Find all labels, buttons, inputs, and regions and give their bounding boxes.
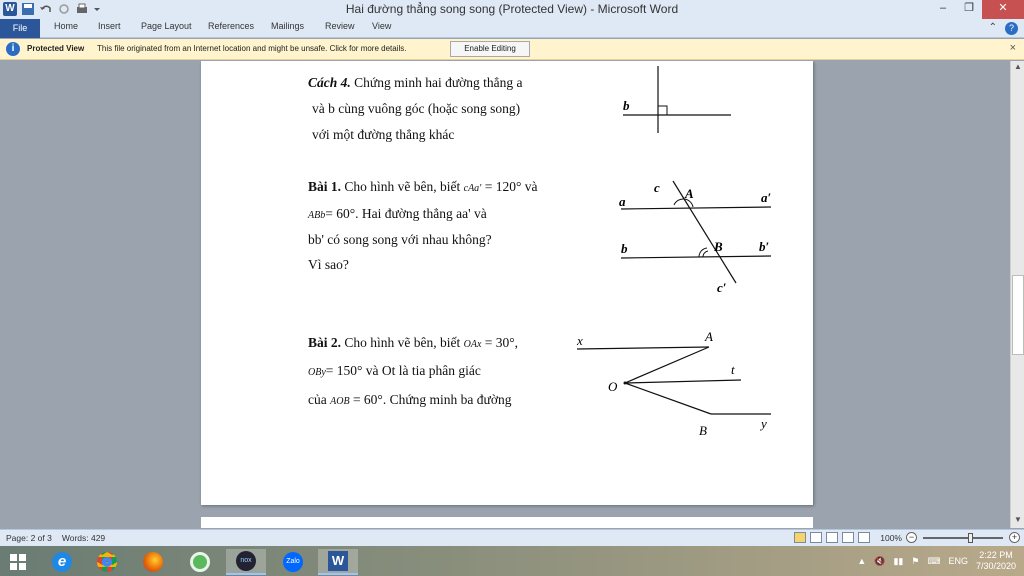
fig1-label-b: b	[623, 98, 630, 113]
fig2-label-b-prime: b′	[759, 239, 770, 254]
tab-page-layout[interactable]: Page Layout	[141, 21, 192, 31]
protected-view-message[interactable]: This file originated from an Internet lo…	[97, 44, 407, 53]
tab-mailings[interactable]: Mailings	[271, 21, 304, 31]
fig3-label-B: B	[699, 423, 707, 438]
next-page-top	[201, 517, 813, 528]
bai1-line4: Vì sao?	[308, 257, 349, 272]
taskbar: e nox Zalo W ▲ 🔇 ▮▮ ⚑ ⌨ ENG 2:22 PM 7/30…	[0, 546, 1024, 576]
bai1-line2: ABb= 60°. Hai đường thẳng aa' và	[308, 206, 487, 221]
bai2-line2: OBy= 150° và Ot là tia phân giác	[308, 363, 481, 378]
title-bar: W Hai đường thẳng song song (Protected V…	[0, 0, 1024, 19]
print-layout-view-icon[interactable]	[794, 532, 807, 543]
bai2-line3: của AOB = 60°. Chứng minh ba đường	[308, 392, 512, 407]
web-layout-icon[interactable]	[826, 532, 839, 543]
tab-references[interactable]: References	[208, 21, 254, 31]
close-bar-icon[interactable]: ×	[1010, 42, 1016, 54]
window-title: Hai đường thẳng song song (Protected Vie…	[345, 2, 679, 16]
word-count[interactable]: Words: 429	[62, 533, 105, 543]
system-tray: ▲ 🔇 ▮▮ ⚑ ⌨ ENG 2:22 PM 7/30/2020	[857, 550, 1016, 572]
bai1-line3: bb' có song song với nhau không?	[308, 232, 492, 247]
ribbon-right-controls: ⌃ ?	[989, 22, 1018, 35]
fig2-label-b: b	[621, 241, 628, 256]
scroll-down-icon[interactable]: ▼	[1012, 515, 1024, 527]
cach4-line2: và b cùng vuông góc (hoặc song song)	[312, 101, 521, 116]
tab-insert[interactable]: Insert	[98, 21, 121, 31]
bai1-angle1: cAa′	[463, 183, 482, 194]
fig2-label-c: c	[654, 180, 660, 195]
fig3-label-t: t	[731, 362, 735, 377]
ribbon-tabs: File Home Insert Page Layout References …	[0, 19, 1024, 38]
internet-explorer-icon[interactable]: e	[42, 549, 82, 575]
expand-ribbon-icon[interactable]: ⌃	[989, 22, 997, 35]
document-area: Cách 4. Chứng minh hai đường thẳng a và …	[0, 61, 1010, 528]
fig2-label-A: A	[684, 186, 694, 201]
info-shield-icon: i	[6, 42, 20, 56]
scroll-up-icon[interactable]: ▲	[1012, 62, 1024, 74]
zalo-icon[interactable]: Zalo	[273, 549, 313, 575]
green-app-icon[interactable]	[180, 549, 220, 575]
parallel-lines-figure: a a′ b b′ c c′ A B	[619, 180, 772, 295]
tab-file[interactable]: File	[0, 19, 40, 38]
help-icon[interactable]: ?	[1005, 22, 1018, 35]
bai1-line1: Bài 1. Cho hình vẽ bên, biết cAa′ = 120°…	[308, 179, 538, 194]
document-page[interactable]: Cách 4. Chứng minh hai đường thẳng a và …	[201, 61, 813, 505]
minimize-button[interactable]: –	[930, 0, 956, 19]
page-count[interactable]: Page: 2 of 3	[6, 533, 52, 543]
full-screen-reading-icon[interactable]	[810, 532, 823, 543]
bai2-angle2: OBy	[308, 367, 326, 378]
network-icon[interactable]: ▮▮	[893, 556, 903, 567]
fig2-label-B: B	[713, 239, 723, 254]
tab-home[interactable]: Home	[54, 21, 78, 31]
bai2-line1: Bài 2. Cho hình vẽ bên, biết OAx = 30°,	[308, 335, 519, 350]
fig2-label-a: a	[619, 194, 626, 209]
fig2-label-a-prime: a′	[761, 190, 772, 205]
bai2-angle3: AOB	[330, 396, 350, 407]
clock[interactable]: 2:22 PM 7/30/2020	[976, 550, 1016, 572]
zoom-out-icon[interactable]: −	[906, 532, 917, 543]
protected-view-bar: i Protected View This file originated fr…	[0, 39, 1024, 60]
cach4-line3: với một đường thẳng khác	[312, 127, 455, 142]
bai1-angle2: ABb	[308, 210, 326, 221]
vertical-scrollbar[interactable]: ▲ ▼	[1010, 61, 1024, 528]
nox-icon[interactable]: nox	[226, 549, 266, 575]
bisector-figure: x A t O B y	[576, 329, 771, 438]
language-indicator[interactable]: ENG	[948, 556, 968, 566]
status-bar: Page: 2 of 3 Words: 429 100% − +	[0, 529, 1024, 546]
outline-view-icon[interactable]	[842, 532, 855, 543]
perpendicular-figure: b	[623, 66, 731, 133]
flag-icon[interactable]: ⚑	[911, 556, 919, 567]
clock-date: 7/30/2020	[975, 561, 1016, 571]
enable-editing-button[interactable]: Enable Editing	[450, 41, 530, 57]
zoom-slider-thumb[interactable]	[968, 532, 973, 543]
zoom-slider[interactable]	[923, 532, 1003, 543]
window-controls: – ❐ ✕	[930, 0, 1024, 19]
zoom-level[interactable]: 100%	[880, 533, 902, 543]
bai1-label: Bài 1.	[308, 179, 342, 194]
fig3-label-O: O	[608, 379, 618, 394]
tab-view[interactable]: View	[372, 21, 391, 31]
clock-time: 2:22 PM	[979, 550, 1013, 560]
bai2-label: Bài 2.	[308, 335, 342, 350]
chrome-icon[interactable]	[87, 549, 127, 575]
cach4-label: Cách 4.	[308, 75, 351, 90]
windows-start-icon[interactable]	[10, 554, 26, 570]
input-icon[interactable]: ⌨	[927, 556, 940, 567]
fig3-label-y: y	[759, 416, 767, 431]
fig2-label-c-prime: c′	[717, 280, 727, 295]
close-button[interactable]: ✕	[982, 0, 1024, 19]
draft-view-icon[interactable]	[858, 532, 871, 543]
tab-review[interactable]: Review	[325, 21, 355, 31]
protected-view-title: Protected View	[27, 44, 85, 53]
cach4-line1: Cách 4. Chứng minh hai đường thẳng a	[308, 75, 523, 90]
firefox-icon[interactable]	[133, 549, 173, 575]
scroll-thumb[interactable]	[1012, 275, 1024, 355]
restore-button[interactable]: ❐	[956, 0, 982, 19]
volume-icon[interactable]: 🔇	[874, 556, 885, 567]
bai2-angle1: OAx	[463, 339, 482, 350]
show-hidden-icons-icon[interactable]: ▲	[857, 556, 866, 566]
zoom-in-icon[interactable]: +	[1009, 532, 1020, 543]
fig3-label-x: x	[576, 333, 583, 348]
word-taskbar-icon[interactable]: W	[318, 549, 358, 575]
fig3-label-A: A	[704, 329, 713, 344]
